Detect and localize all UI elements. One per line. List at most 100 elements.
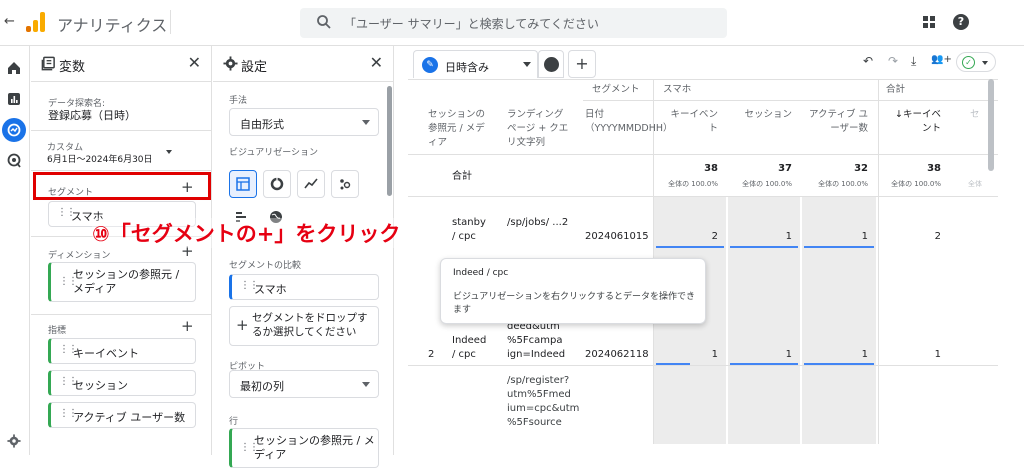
segment-highlight-box [33,172,211,200]
date-column-header[interactable]: 日付（YYYYMMDDHH） [585,108,673,136]
close-variables-icon[interactable]: ✕ [188,53,201,72]
data-bar [730,363,798,365]
date-cell: 2024062118 [585,349,649,360]
analytics-logo-icon[interactable] [25,12,45,32]
admin-settings-icon[interactable] [7,434,21,448]
date-range-value: 6月1日～2024年6月30日 [47,155,153,165]
row-dimension-chip[interactable]: ⋮⋮ セッションの参照元 / メディア [229,428,379,468]
tab-secondary[interactable] [538,50,564,78]
source-medium-column-header[interactable]: セッションの参照元 / メディア [428,108,488,150]
technique-select[interactable]: 自由形式 [229,108,379,136]
chevron-down-icon[interactable] [523,62,531,67]
total-value: 38 [927,163,941,174]
metric-chip[interactable]: ⋮⋮ アクティブ ユーザー数 [48,402,196,428]
close-settings-icon[interactable]: ✕ [370,53,383,72]
advertising-icon[interactable] [6,152,22,168]
download-icon[interactable]: ⤓ [911,54,916,69]
settings-panel-header: 設定 ✕ [213,46,393,82]
pivot-select[interactable]: 最初の列 [229,370,379,398]
total-key-events-column-header[interactable]: ↓キーイベント [888,108,941,136]
donut-chart-icon [270,177,284,191]
report-canvas: ✎ 日時含み + ↶ ↷ ⤓ 👥+ ✓ セグメント スマホ 合計 セッションの参… [408,46,1024,455]
data-bar [804,363,874,365]
dimension-chip[interactable]: ⋮⋮ セッションの参照元 / メディア [48,262,196,302]
segment-compare-label: セグメントの比較 [229,261,302,271]
key-events-cell: 2 [711,231,718,242]
exploration-type-icon [544,57,559,72]
search-bar[interactable]: 「ユーザー サマリー」と検索してみてください [300,8,727,38]
explore-nav-item[interactable] [2,118,26,142]
exploration-name-field[interactable]: 登録応募（日時） [48,107,136,123]
totals-label: 合計 [452,171,472,182]
landing-page-column-header[interactable]: ランディング ページ + クエリ文字列 [507,108,569,150]
instruction-callout: ⑩「セグメントの+」をクリック [92,218,401,248]
sessions-cell: 1 [785,231,792,242]
line-visualization-button[interactable] [297,170,325,198]
chevron-down-icon [362,382,370,387]
source-medium-cell: Indeed / cpc [452,335,487,360]
gear-icon [223,56,238,71]
segment-group-header: セグメント [592,84,640,95]
segment-compare-chip[interactable]: ⋮⋮ スマホ [229,274,379,300]
tab-label: 日時含み [445,61,489,74]
left-nav-rail [0,46,30,455]
grid-line [408,196,998,197]
tooltip-body: ビジュアリゼーションを右クリックするとデータを操作できます [453,292,696,315]
settings-title: 設定 [241,60,268,75]
data-bar [656,363,690,365]
metric-chip[interactable]: ⋮⋮ セッション [48,370,196,396]
total-value: 37 [778,163,792,174]
donut-visualization-button[interactable] [263,170,291,198]
redo-icon[interactable]: ↷ [888,54,898,68]
row-dimension-label: セッションの参照元 / メディア [254,434,375,461]
total-sessions-column-header[interactable]: セ [970,108,980,122]
help-icon[interactable]: ? [953,14,969,30]
total-percent: 全体の 100.0% [891,180,941,188]
segment-name-header: スマホ [663,84,692,95]
variables-icon [41,56,55,71]
metric-chip[interactable]: ⋮⋮ キーイベント [48,338,196,364]
status-menu[interactable]: ✓ [956,52,996,72]
add-metric-button[interactable]: + [181,317,194,335]
scatter-visualization-button[interactable] [331,170,359,198]
settings-scrollbar[interactable] [387,86,392,196]
chevron-down-icon[interactable] [166,150,172,154]
active-users-column-header[interactable]: アクティブ ユーザー数 [806,108,868,136]
tab-exploration[interactable]: ✎ 日時含み [413,50,538,78]
add-icon: + [236,316,249,334]
metric-chip-label: キーイベント [73,347,139,360]
technique-label: 手法 [229,96,248,106]
visualization-label: ビジュアリゼーション [229,148,319,158]
date-range-picker[interactable]: カスタム 6月1日～2024年6月30日 [45,138,175,166]
total-key-events-cell: 2 [934,231,941,242]
app-title: アナリティクス [57,16,168,35]
add-tab-button[interactable]: + [568,50,596,78]
back-arrow-icon[interactable]: ← [4,14,15,29]
segment-drop-zone[interactable]: + セグメントをドロップするか選択してください [229,306,379,346]
date-cell: 2024061015 [585,231,649,242]
tooltip-title: Indeed / cpc [453,268,509,278]
scatter-plot-icon [340,179,351,190]
pencil-icon: ✎ [422,57,438,73]
home-icon[interactable] [6,60,22,76]
active-users-cell: 1 [861,349,868,360]
table-visualization-button[interactable] [229,170,257,198]
vertical-scrollbar[interactable] [988,79,994,171]
metric-chip-label: アクティブ ユーザー数 [73,411,186,424]
divider [31,170,211,171]
share-icon[interactable]: 👥+ [931,54,952,65]
sessions-cell: 1 [785,349,792,360]
sessions-column-header[interactable]: セッション [728,108,792,122]
key-events-column-header[interactable]: キーイベント [666,108,718,136]
apps-grid-icon[interactable] [923,16,935,28]
total-group-header: 合計 [886,84,906,95]
total-value: 38 [704,163,718,174]
total-percent: 全体の 100.0% [742,180,792,188]
undo-icon[interactable]: ↶ [863,54,873,68]
source-medium-cell: stanby / cpc [452,217,486,242]
active-users-cell: 1 [861,231,868,242]
landing-page-cell: /sp/register? utm%5Fmed ium=cpc&utm %5Fs… [507,375,580,428]
reports-icon[interactable] [6,91,22,107]
segment-compare-label-text: スマホ [254,283,287,296]
header-divider [170,10,171,34]
